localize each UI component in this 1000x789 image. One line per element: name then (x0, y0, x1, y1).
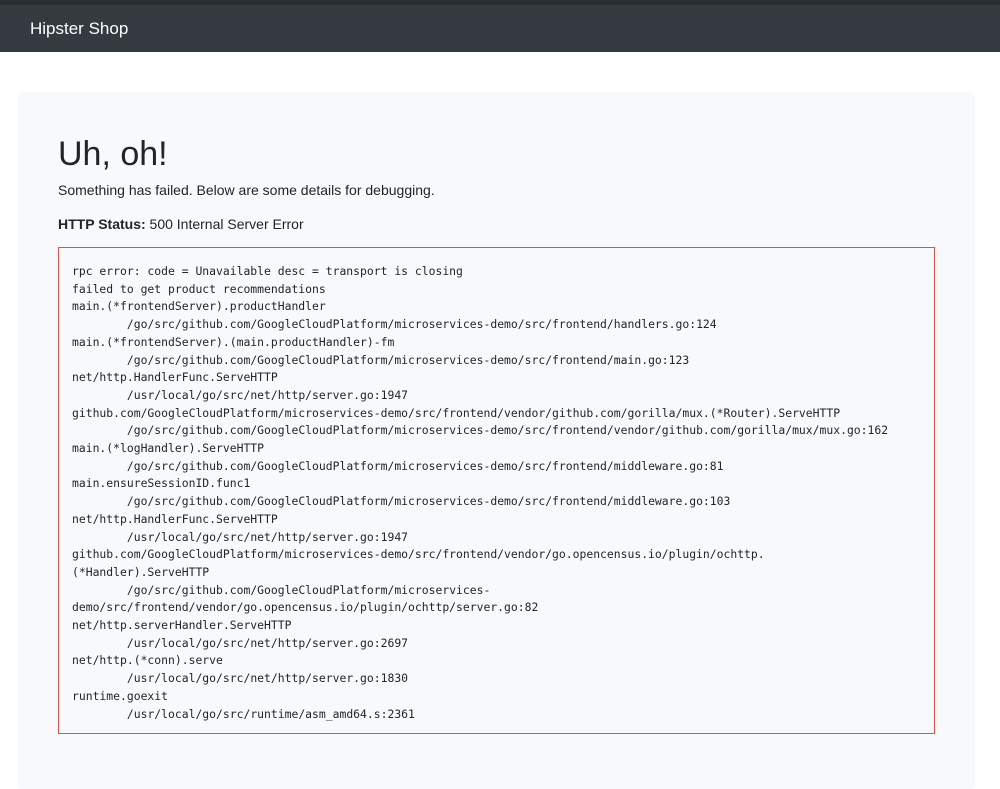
error-panel: Uh, oh! Something has failed. Below are … (18, 92, 975, 789)
navbar: Hipster Shop (0, 0, 1000, 52)
error-message: Something has failed. Below are some det… (58, 182, 435, 198)
stack-trace-box: rpc error: code = Unavailable desc = tra… (58, 247, 935, 734)
brand-link[interactable]: Hipster Shop (30, 19, 128, 39)
http-status-label: HTTP Status: (58, 216, 146, 232)
http-status-value: 500 Internal Server Error (149, 216, 304, 232)
error-title: Uh, oh! (58, 135, 168, 173)
http-status: HTTP Status: 500 Internal Server Error (58, 215, 304, 233)
stack-trace: rpc error: code = Unavailable desc = tra… (72, 264, 889, 721)
